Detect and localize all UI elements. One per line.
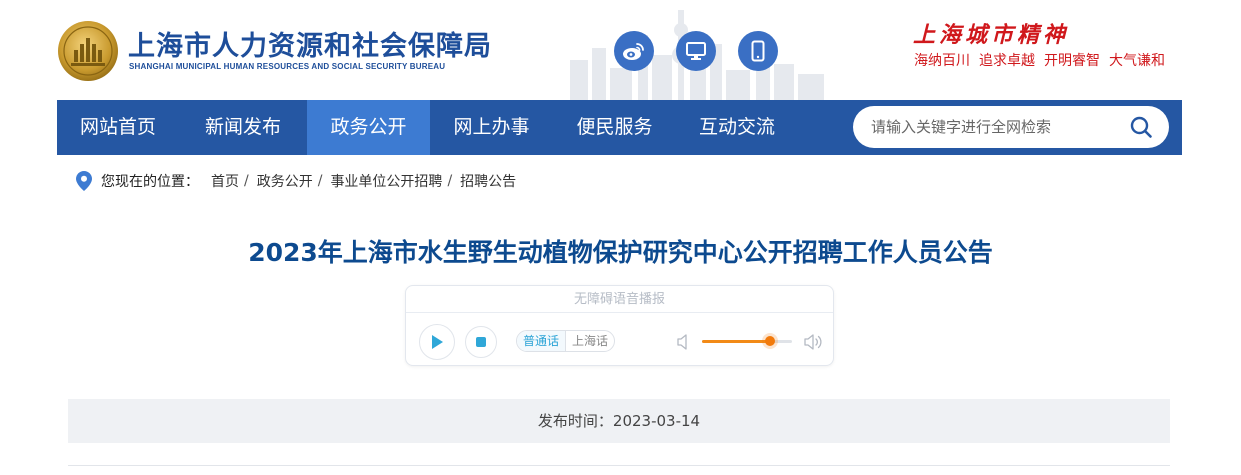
- divider: [68, 465, 1170, 466]
- volume-slider[interactable]: [702, 336, 792, 346]
- main-nav: 网站首页 新闻发布 政务公开 网上办事 便民服务 互动交流: [57, 100, 1182, 155]
- breadcrumb: 您现在的位置： 首页 / 政务公开 / 事业单位公开招聘 / 招聘公告: [76, 170, 516, 192]
- volume-high-icon[interactable]: [804, 332, 824, 352]
- breadcrumb-separator: /: [317, 173, 323, 189]
- breadcrumb-item-gov-affairs[interactable]: 政务公开: [257, 171, 313, 191]
- volume-thumb[interactable]: [764, 336, 775, 346]
- stop-icon: [476, 337, 486, 347]
- weibo-link[interactable]: [614, 31, 654, 71]
- breadcrumb-label: 您现在的位置：: [101, 174, 199, 190]
- publish-date: 发布时间：2023-03-14: [537, 412, 701, 430]
- location-pin-icon: [76, 171, 92, 191]
- nav-item-online-services[interactable]: 网上办事: [430, 100, 553, 155]
- site-header: 上海市人力资源和社会保障局 SHANGHAI MUNICIPAL HUMAN R…: [0, 0, 1241, 100]
- org-name-en: SHANGHAI MUNICIPAL HUMAN RESOURCES AND S…: [129, 62, 446, 71]
- language-option-mandarin[interactable]: 普通话: [517, 331, 567, 351]
- mobile-link[interactable]: [738, 31, 778, 71]
- search-icon[interactable]: [1129, 115, 1153, 139]
- publish-info: 发布时间：2023-03-14: [68, 399, 1170, 443]
- breadcrumb-separator: /: [447, 173, 453, 189]
- city-spirit-title: 上海城市精神: [913, 22, 1070, 48]
- nav-item-public-services[interactable]: 便民服务: [553, 100, 676, 155]
- stop-button[interactable]: [465, 326, 497, 358]
- search-input[interactable]: [871, 106, 1121, 148]
- search-box: [853, 106, 1169, 148]
- city-spirit-tags: 海纳百川 追求卓越 开明睿智 大气谦和: [914, 50, 1165, 70]
- spirit-tag: 海纳百川: [914, 53, 970, 69]
- bureau-emblem-logo[interactable]: [57, 20, 119, 82]
- desktop-link[interactable]: [676, 31, 716, 71]
- weibo-icon: [623, 43, 644, 60]
- language-toggle: 普通话 上海话: [516, 330, 616, 352]
- breadcrumb-item-recruitment[interactable]: 事业单位公开招聘: [330, 171, 442, 191]
- nav-item-news[interactable]: 新闻发布: [179, 100, 307, 155]
- breadcrumb-item-announcement[interactable]: 招聘公告: [460, 171, 516, 191]
- spirit-tag: 追求卓越: [979, 53, 1035, 69]
- article-title: 2023年上海市水生野生动植物保护研究中心公开招聘工作人员公告: [248, 238, 993, 267]
- spirit-tag: 大气谦和: [1109, 53, 1165, 69]
- mobile-icon: [751, 40, 765, 62]
- org-name-cn[interactable]: 上海市人力资源和社会保障局: [128, 24, 492, 63]
- audio-player: 无障碍语音播报 普通话 上海话: [405, 285, 834, 366]
- volume-low-icon[interactable]: [677, 333, 691, 351]
- desktop-icon: [686, 42, 706, 60]
- player-header: 无障碍语音播报: [406, 286, 833, 313]
- breadcrumb-item-home[interactable]: 首页: [211, 171, 239, 191]
- play-button[interactable]: [419, 324, 455, 360]
- nav-item-home[interactable]: 网站首页: [57, 100, 179, 155]
- play-icon: [432, 335, 443, 349]
- language-option-shanghainese[interactable]: 上海话: [566, 331, 614, 351]
- spirit-tag: 开明睿智: [1044, 53, 1100, 69]
- breadcrumb-separator: /: [244, 173, 249, 189]
- nav-item-gov-affairs[interactable]: 政务公开: [307, 100, 430, 155]
- nav-item-interaction[interactable]: 互动交流: [676, 100, 798, 155]
- volume-fill: [702, 340, 770, 343]
